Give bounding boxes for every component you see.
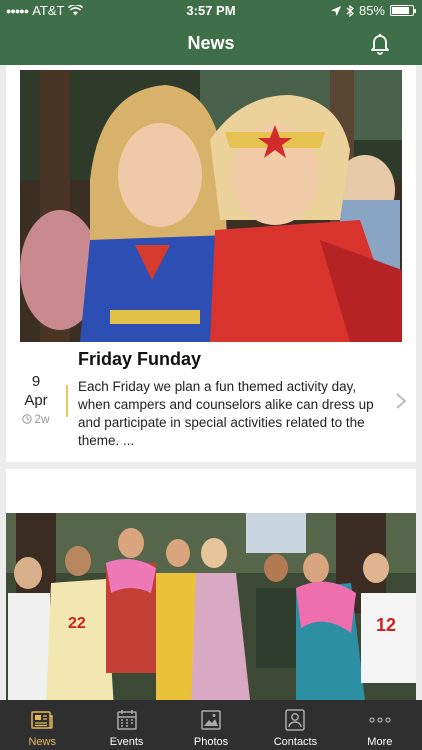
bluetooth-icon — [346, 4, 354, 17]
tab-label: News — [28, 736, 56, 748]
calendar-icon — [116, 710, 137, 730]
tab-bar: News Events Photos Contacts More — [0, 700, 422, 750]
more-icon — [369, 717, 391, 723]
news-card[interactable]: Friday Funday 9 Apr 2w Each Friday we pl… — [6, 65, 416, 462]
post-day: 9 — [31, 373, 41, 390]
bell-icon[interactable] — [368, 31, 392, 55]
post-age-text: 2w — [34, 412, 50, 426]
svg-text:12: 12 — [376, 615, 396, 635]
location-icon — [330, 5, 341, 16]
clock-icon — [22, 414, 33, 424]
tab-label: Events — [109, 736, 144, 748]
nav-bar: News — [0, 22, 422, 65]
tab-photos[interactable]: Photos — [169, 700, 253, 750]
accent-divider — [66, 385, 68, 417]
page-title: News — [187, 33, 235, 53]
tab-label: More — [367, 736, 393, 748]
tab-label: Photos — [193, 736, 229, 748]
newspaper-icon — [31, 711, 53, 729]
chevron-right-icon[interactable] — [394, 392, 408, 410]
tab-label: Contacts — [273, 736, 318, 748]
battery-percent: 85% — [358, 3, 385, 18]
post-month: Apr — [24, 392, 48, 409]
news-photo[interactable]: 12 22 — [6, 513, 416, 700]
tab-news[interactable]: News — [0, 700, 84, 750]
battery-icon — [390, 5, 416, 16]
post-age: 2w — [12, 412, 60, 426]
news-photo[interactable] — [20, 70, 402, 342]
post-title[interactable]: Friday Funday — [78, 349, 201, 370]
tab-contacts[interactable]: Contacts — [253, 700, 337, 750]
photo-icon — [201, 710, 221, 730]
post-date: 9 Apr 2w — [12, 373, 60, 426]
contact-icon — [285, 709, 306, 731]
svg-text:22: 22 — [68, 615, 86, 632]
news-feed[interactable]: Friday Funday 9 Apr 2w Each Friday we pl… — [0, 65, 422, 700]
tab-more[interactable]: More — [338, 700, 422, 750]
status-bar: ●●●●● AT&T 3:57 PM 85% — [0, 0, 422, 22]
tab-events[interactable]: Events — [84, 700, 168, 750]
post-excerpt: Each Friday we plan a fun themed activit… — [78, 379, 374, 448]
news-card[interactable]: 12 22 — [6, 469, 416, 700]
